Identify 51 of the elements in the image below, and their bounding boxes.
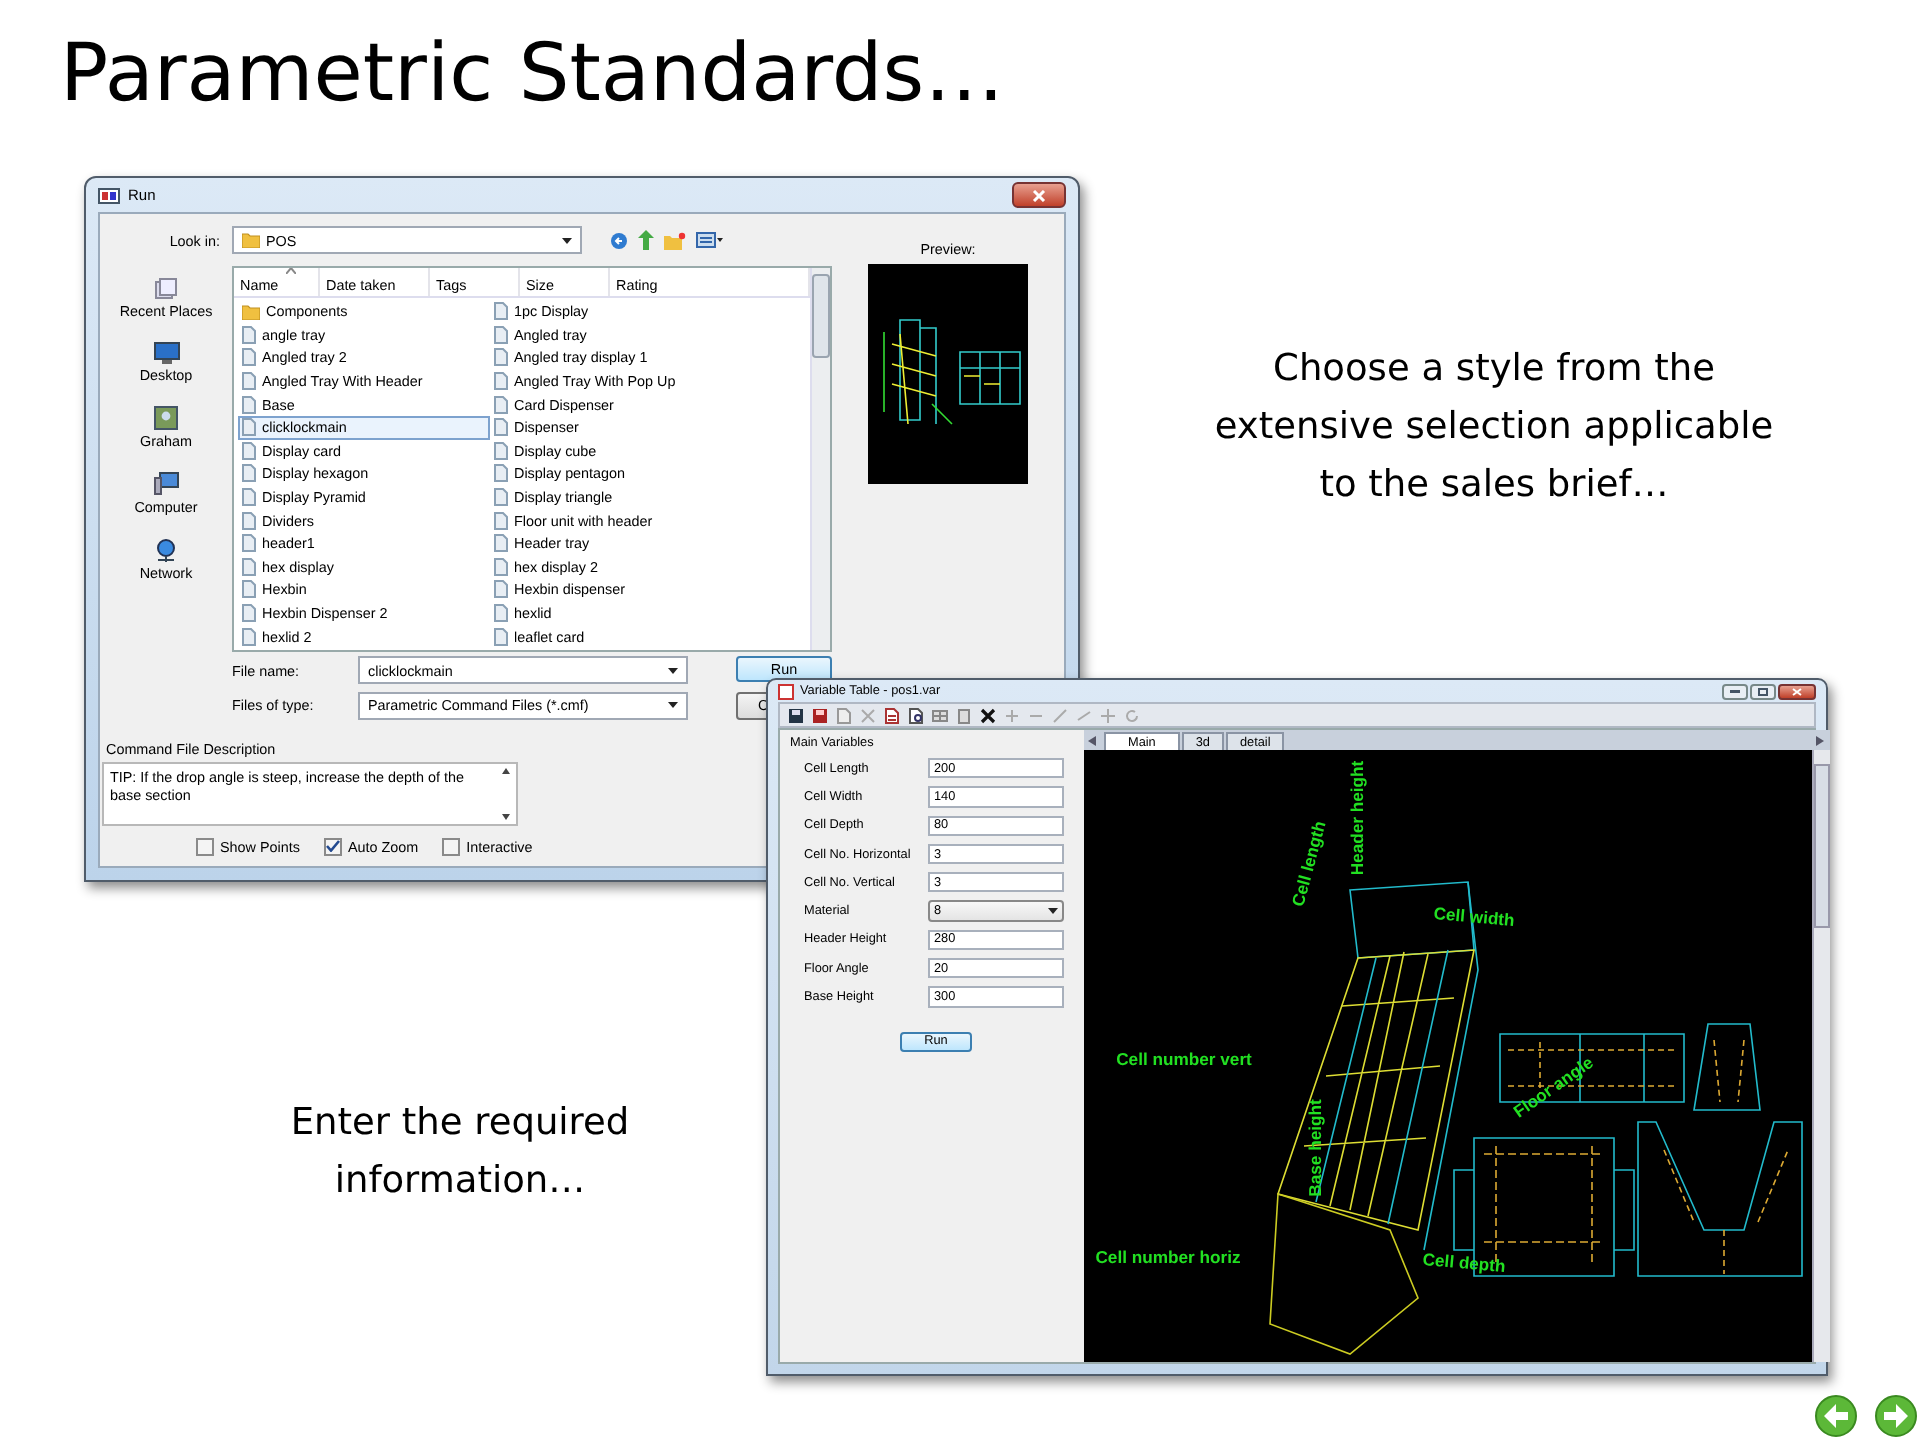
dimension-label: Cell depth	[1421, 1248, 1507, 1277]
scrollbar[interactable]	[1812, 750, 1830, 1362]
maximize-icon	[1758, 687, 1768, 695]
folder-icon	[242, 232, 260, 248]
view-menu-icon[interactable]	[696, 232, 724, 248]
user-folder-icon	[154, 406, 178, 430]
monitor-icon	[153, 342, 179, 364]
computer-icon	[153, 472, 179, 496]
close-button[interactable]	[1012, 182, 1066, 208]
folder-icon	[242, 303, 260, 320]
dimension-label: Cell number vert	[1116, 1048, 1252, 1069]
scroll-down-icon[interactable]	[502, 814, 510, 820]
scroll-up-icon[interactable]	[502, 768, 510, 774]
dropdown-caret-icon	[668, 667, 678, 673]
maximize-button[interactable]	[1750, 683, 1776, 699]
dimension-label: Cell length	[1287, 818, 1330, 909]
close-icon	[1032, 189, 1046, 201]
dimension-label: Base height	[1304, 1099, 1325, 1197]
dimension-label: Cell number horiz	[1095, 1246, 1241, 1267]
scroll-left-icon[interactable]	[1088, 735, 1096, 745]
print-preview-icon[interactable]	[908, 707, 924, 723]
close-icon	[1792, 687, 1802, 695]
caption-text: Choose a style from the extensive selection applicable to the sales brief…	[1212, 346, 1776, 510]
network-icon	[154, 538, 178, 562]
dropdown-caret-icon	[562, 237, 572, 243]
document-stack-icon	[154, 278, 178, 300]
app-icon	[778, 683, 794, 699]
save-icon[interactable]	[788, 707, 804, 723]
clipboard-icon[interactable]	[956, 707, 972, 723]
checkbox[interactable]	[196, 837, 214, 855]
slide-title: Parametric Standards…	[60, 28, 1005, 120]
minimize-icon	[1730, 689, 1740, 693]
minimize-button[interactable]	[1722, 683, 1748, 699]
sort-caret-icon	[286, 268, 296, 274]
dropdown-caret-icon	[668, 702, 678, 708]
checkbox[interactable]	[323, 837, 342, 855]
app-icon	[98, 187, 120, 203]
checkbox[interactable]	[442, 837, 461, 855]
document-icon[interactable]	[884, 707, 900, 723]
up-arrow-icon[interactable]	[638, 230, 654, 250]
delete-icon[interactable]	[980, 707, 996, 723]
dimension-label: Cell width	[1432, 903, 1516, 931]
dropdown-caret-icon	[1048, 908, 1058, 915]
new-folder-icon[interactable]	[664, 231, 686, 249]
dimension-label: Header height	[1346, 760, 1367, 876]
close-button[interactable]	[1778, 683, 1816, 699]
check-icon	[325, 840, 340, 852]
grid-icon[interactable]	[932, 707, 948, 723]
back-icon[interactable]	[610, 231, 628, 249]
save-icon[interactable]	[812, 707, 828, 723]
caption-text: Enter the required information…	[288, 1100, 632, 1206]
